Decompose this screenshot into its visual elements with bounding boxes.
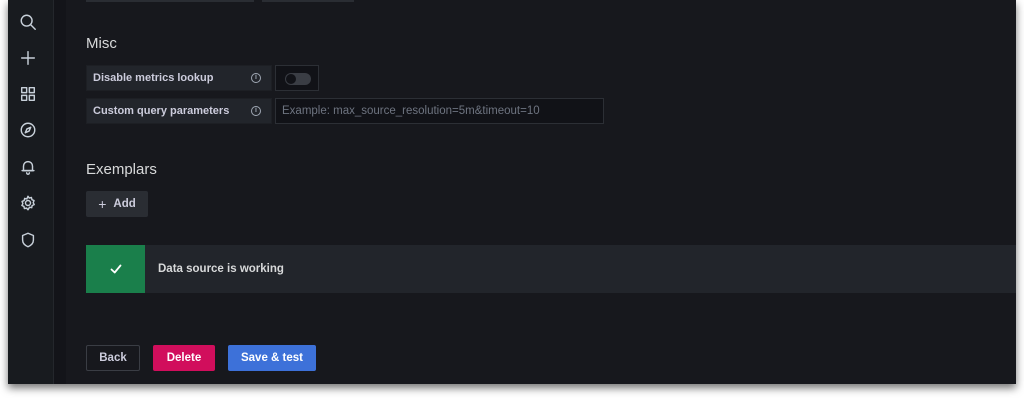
panel-gutter	[54, 0, 66, 384]
exemplars-heading: Exemplars	[86, 161, 157, 178]
disable-metrics-lookup-toggle[interactable]	[275, 65, 319, 91]
cut-off-label	[86, 0, 254, 2]
dashboards-icon[interactable]	[18, 84, 38, 104]
disable-metrics-lookup-label: Disable metrics lookup i	[86, 65, 272, 91]
disable-metrics-lookup-label-text: Disable metrics lookup	[93, 72, 214, 84]
shield-icon[interactable]	[18, 230, 38, 250]
back-button[interactable]: Back	[86, 345, 140, 371]
misc-heading: Misc	[86, 35, 117, 52]
plus-icon: +	[98, 196, 107, 212]
info-icon[interactable]: i	[251, 106, 261, 116]
custom-query-parameters-label: Custom query parameters i	[86, 98, 272, 124]
app-window: Misc Disable metrics lookup i Custom que…	[8, 0, 1016, 384]
alert-message: Data source is working	[158, 263, 284, 275]
custom-query-parameters-label-text: Custom query parameters	[93, 105, 230, 117]
add-exemplar-button[interactable]: + Add	[86, 191, 148, 217]
save-and-test-button[interactable]: Save & test	[228, 345, 316, 371]
check-icon	[110, 264, 121, 274]
cut-off-input[interactable]	[262, 0, 354, 2]
settings-icon[interactable]	[18, 193, 38, 213]
sidebar	[8, 0, 54, 384]
info-icon[interactable]: i	[251, 73, 261, 83]
explore-icon[interactable]	[18, 120, 38, 140]
toggle-track[interactable]	[285, 73, 311, 85]
plus-icon[interactable]	[18, 48, 38, 68]
main-content: Misc Disable metrics lookup i Custom que…	[66, 0, 1016, 384]
alerting-icon[interactable]	[18, 157, 38, 177]
custom-query-parameters-input[interactable]	[275, 98, 604, 124]
search-icon[interactable]	[18, 12, 38, 32]
toggle-knob	[286, 74, 296, 84]
add-exemplar-label: Add	[113, 198, 136, 210]
success-indicator	[86, 245, 145, 293]
delete-button[interactable]: Delete	[153, 345, 215, 371]
datasource-status-alert: Data source is working	[86, 245, 1016, 293]
